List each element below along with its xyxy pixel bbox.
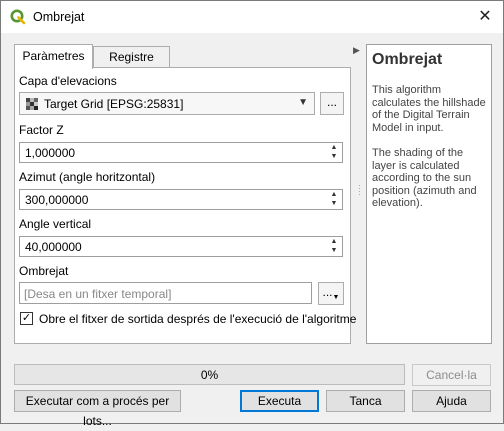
z-factor-value: 1,000000 <box>25 146 76 160</box>
vertical-angle-field[interactable]: 40,000000 ▲ ▼ <box>19 236 343 257</box>
output-label: Ombrejat <box>19 264 69 278</box>
output-file-field[interactable]: [Desa en un fitxer temporal] <box>19 282 312 304</box>
azimuth-stepper[interactable]: ▲ ▼ <box>327 191 341 208</box>
vertical-angle-label: Angle vertical <box>19 217 92 231</box>
help-panel: Ombrejat This algorithm calculates the h… <box>366 44 492 344</box>
help-shading-note: The shading of the layer is calculated a… <box>372 147 477 209</box>
z-factor-field[interactable]: 1,000000 ▲ ▼ <box>19 142 343 163</box>
open-output-checkbox[interactable]: ✓ <box>20 312 33 325</box>
spin-down-icon[interactable]: ▼ <box>327 247 341 255</box>
open-output-label: Obre el fitxer de sortida després de l'e… <box>39 312 357 326</box>
spin-up-icon[interactable]: ▲ <box>327 238 341 246</box>
close-icon[interactable]: ✕ <box>475 7 495 27</box>
elevation-layer-value: Target Grid [EPSG:25831] <box>44 97 184 111</box>
run-button[interactable]: Executa <box>240 390 319 412</box>
chevron-down-icon: ▼ <box>298 97 308 108</box>
dialog-window: Ombrejat ✕ Paràmetres Registre ▶ Capa d'… <box>0 0 504 428</box>
elevation-layer-combo[interactable]: Target Grid [EPSG:25831] ▼ <box>19 92 315 115</box>
collapse-arrow-icon[interactable]: ▶ <box>353 45 360 56</box>
title-bar: Ombrejat ✕ <box>1 1 503 33</box>
progress-bar: 0% <box>14 364 405 385</box>
help-description: This algorithm calculates the hillshade … <box>372 84 486 134</box>
z-factor-stepper[interactable]: ▲ ▼ <box>327 144 341 161</box>
output-placeholder: [Desa en un fitxer temporal] <box>24 287 172 301</box>
vertical-angle-value: 40,000000 <box>25 240 82 254</box>
chevron-down-icon: ▼ <box>332 294 340 301</box>
help-button[interactable]: Ajuda <box>412 390 491 412</box>
cancel-button[interactable]: Cancel·la <box>412 364 491 386</box>
window-title: Ombrejat <box>33 10 85 24</box>
raster-layer-icon <box>26 98 38 110</box>
splitter-handle[interactable]: · · · · <box>358 182 361 199</box>
azimuth-label: Azimut (angle horitzontal) <box>19 170 156 184</box>
help-title: Ombrejat <box>372 51 443 68</box>
azimuth-value: 300,000000 <box>25 193 89 207</box>
tab-parameters[interactable]: Paràmetres <box>14 44 93 69</box>
output-browse-button[interactable]: ...▼ <box>318 282 344 305</box>
spin-down-icon[interactable]: ▼ <box>327 200 341 208</box>
output-browse-label: ... <box>322 285 333 299</box>
qgis-logo-icon <box>10 9 26 25</box>
close-button[interactable]: Tanca <box>326 390 405 412</box>
z-factor-label: Factor Z <box>19 123 64 137</box>
spin-up-icon[interactable]: ▲ <box>327 144 341 152</box>
vertical-angle-stepper[interactable]: ▲ ▼ <box>327 238 341 255</box>
azimuth-field[interactable]: 300,000000 ▲ ▼ <box>19 189 343 210</box>
spin-down-icon[interactable]: ▼ <box>327 153 341 161</box>
batch-process-button[interactable]: Executar com a procés per lots... <box>14 390 181 428</box>
tab-log[interactable]: Registre <box>93 46 170 68</box>
elevation-browse-button[interactable]: ... <box>320 92 344 115</box>
progress-text: 0% <box>200 368 219 382</box>
spin-up-icon[interactable]: ▲ <box>327 191 341 199</box>
elevation-layer-label: Capa d'elevacions <box>19 74 117 88</box>
